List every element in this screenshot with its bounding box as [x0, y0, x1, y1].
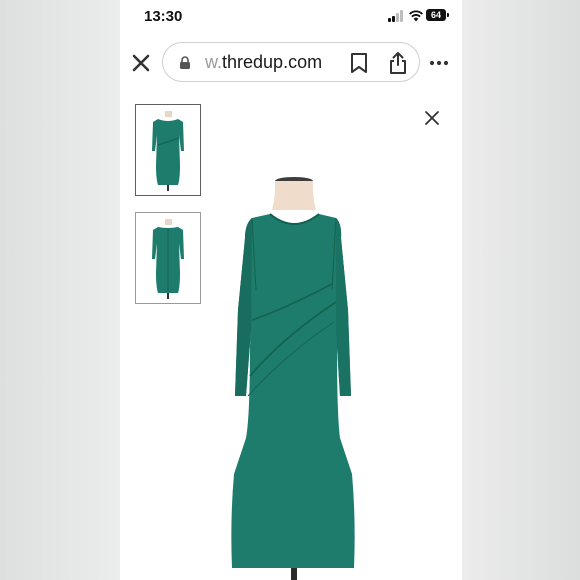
- close-icon[interactable]: [422, 108, 442, 128]
- mannequin-neck: [272, 181, 316, 210]
- mannequin-stand: [291, 568, 297, 580]
- background-left: [0, 0, 120, 580]
- wifi-icon: [408, 10, 424, 22]
- dress-main-image: [231, 177, 355, 580]
- bookmark-icon[interactable]: [349, 52, 369, 74]
- background-right: [462, 0, 580, 580]
- browser-toolbar: w.thredup.com: [120, 40, 462, 86]
- status-time: 13:30: [144, 8, 183, 25]
- left-sleeve-shade: [235, 218, 252, 396]
- address-bar[interactable]: w.thredup.com: [162, 42, 420, 82]
- signal-icon: [388, 10, 406, 22]
- phone-screen: 13:30 64 w.thredup.com: [120, 0, 462, 580]
- right-sleeve-shade: [336, 218, 351, 396]
- more-icon[interactable]: [428, 53, 450, 73]
- status-bar: 13:30 64: [120, 0, 462, 32]
- battery-cap: [447, 13, 449, 17]
- url-text: w.thredup.com: [205, 52, 322, 73]
- share-icon[interactable]: [387, 51, 409, 75]
- lock-icon: [180, 56, 190, 69]
- url-domain: thredup.com: [222, 52, 323, 72]
- close-icon[interactable]: [128, 50, 154, 76]
- url-prefix: w.: [205, 52, 223, 72]
- battery-indicator: 64: [426, 9, 446, 21]
